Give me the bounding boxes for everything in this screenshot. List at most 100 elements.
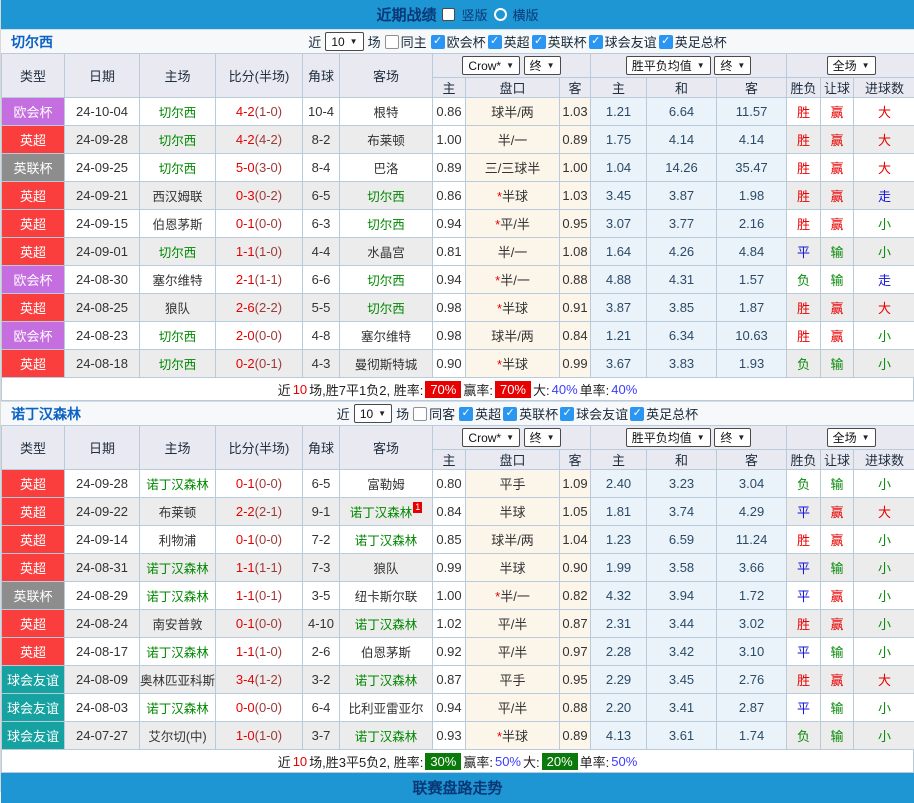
away-team[interactable]: 狼队 <box>340 554 433 582</box>
home-team[interactable]: 奥林匹亚科斯 <box>140 666 216 694</box>
home-team[interactable]: 切尔西 <box>140 126 216 154</box>
bookmaker-select[interactable]: Crow*▼ <box>462 428 520 447</box>
full-time-score: 0-0 <box>236 700 255 715</box>
same-venue-filter[interactable]: 同主 <box>385 32 427 51</box>
home-team[interactable]: 诺丁汉森林 <box>140 470 216 498</box>
away-team[interactable]: 塞尔维特 <box>340 322 433 350</box>
league-type-badge: 英超 <box>2 638 65 666</box>
avg-final-select[interactable]: 终▼ <box>714 428 751 447</box>
home-team[interactable]: 利物浦 <box>140 526 216 554</box>
match-row: 球会友谊24-07-27艾尔切(中)1-0(1-0)3-7诺丁汉森林0.93*半… <box>2 722 914 750</box>
checkbox-icon[interactable]: ✓ <box>459 407 473 421</box>
home-team[interactable]: 西汉姆联 <box>140 182 216 210</box>
checkbox-icon[interactable]: ✓ <box>659 35 673 49</box>
bookmaker-select[interactable]: Crow*▼ <box>462 56 520 75</box>
avg-select[interactable]: 胜平负均值▼ <box>626 428 711 447</box>
checkbox-icon[interactable]: ✓ <box>488 35 502 49</box>
corner-count: 4-4 <box>303 238 340 266</box>
page-title: 近期战绩 <box>376 4 436 25</box>
crown-away-odds: 1.00 <box>560 154 591 182</box>
home-team[interactable]: 南安普敦 <box>140 610 216 638</box>
checkbox-icon[interactable]: ✓ <box>630 407 644 421</box>
bookmaker-final-select[interactable]: 终▼ <box>524 428 561 447</box>
checkbox-icon[interactable] <box>413 407 427 421</box>
checkbox-icon[interactable]: ✓ <box>532 35 546 49</box>
summary-segment: 30% <box>425 753 461 770</box>
league-filter-英联杯[interactable]: ✓英联杯 <box>532 32 587 51</box>
home-team[interactable]: 艾尔切(中) <box>140 722 216 750</box>
home-team[interactable]: 诺丁汉森林 <box>140 582 216 610</box>
home-team[interactable]: 狼队 <box>140 294 216 322</box>
home-team[interactable]: 布莱顿 <box>140 498 216 526</box>
home-team[interactable]: 塞尔维特 <box>140 266 216 294</box>
checkbox-icon[interactable] <box>385 35 399 49</box>
same-venue-filter[interactable]: 同客 <box>413 404 455 423</box>
away-team[interactable]: 比利亚雷亚尔 <box>340 694 433 722</box>
home-team[interactable]: 切尔西 <box>140 154 216 182</box>
away-team[interactable]: 诺丁汉森林 <box>340 722 433 750</box>
home-team[interactable]: 诺丁汉森林 <box>140 554 216 582</box>
home-team[interactable]: 诺丁汉森林 <box>140 638 216 666</box>
chevron-down-icon: ▼ <box>697 433 705 442</box>
horizontal-layout-label[interactable]: 横版 <box>513 5 539 24</box>
crown-home-odds: 0.94 <box>433 266 466 294</box>
vertical-layout-label[interactable]: 竖版 <box>461 5 487 24</box>
away-team[interactable]: 伯恩茅斯 <box>340 638 433 666</box>
section-team-name[interactable]: 诺丁汉森林 <box>11 404 81 424</box>
away-team[interactable]: 曼彻斯特城 <box>340 350 433 378</box>
bookmaker-final-select[interactable]: 终▼ <box>524 56 561 75</box>
vertical-layout-radio[interactable] <box>442 8 455 21</box>
away-team[interactable]: 切尔西 <box>340 182 433 210</box>
avg-select[interactable]: 胜平负均值▼ <box>626 56 711 75</box>
home-team[interactable]: 诺丁汉森林 <box>140 694 216 722</box>
away-team[interactable]: 切尔西 <box>340 210 433 238</box>
away-team[interactable]: 诺丁汉森林 <box>340 666 433 694</box>
home-team[interactable]: 切尔西 <box>140 322 216 350</box>
avg-home-odds: 3.07 <box>591 210 647 238</box>
col-header-score: 比分(半场) <box>216 426 303 470</box>
result-cell: 负 <box>787 470 821 498</box>
league-filter-英超[interactable]: ✓英超 <box>488 32 530 51</box>
section-team-name[interactable]: 切尔西 <box>11 32 53 52</box>
crown-home-odds: 0.89 <box>433 154 466 182</box>
corner-count: 3-7 <box>303 722 340 750</box>
league-filter-球会友谊[interactable]: ✓球会友谊 <box>589 32 657 51</box>
away-team[interactable]: 巴洛 <box>340 154 433 182</box>
away-team[interactable]: 纽卡斯尔联 <box>340 582 433 610</box>
handicap-line: *半/一 <box>466 582 560 610</box>
league-filter-英足总杯[interactable]: ✓英足总杯 <box>659 32 727 51</box>
half-time-score: (4-2) <box>255 132 282 147</box>
away-team[interactable]: 诺丁汉森林 <box>340 526 433 554</box>
league-filter-英超[interactable]: ✓英超 <box>459 404 501 423</box>
home-team[interactable]: 切尔西 <box>140 98 216 126</box>
league-filter-英联杯[interactable]: ✓英联杯 <box>503 404 558 423</box>
half-time-score: (1-0) <box>255 644 282 659</box>
home-team[interactable]: 伯恩茅斯 <box>140 210 216 238</box>
away-team[interactable]: 根特 <box>340 98 433 126</box>
away-team[interactable]: 水晶宫 <box>340 238 433 266</box>
home-team[interactable]: 切尔西 <box>140 238 216 266</box>
avg-final-select[interactable]: 终▼ <box>714 56 751 75</box>
scope-select[interactable]: 全场▼ <box>827 428 876 447</box>
away-team[interactable]: 布莱顿 <box>340 126 433 154</box>
away-team[interactable]: 切尔西 <box>340 294 433 322</box>
full-time-score: 0-2 <box>236 356 255 371</box>
league-filter-球会友谊[interactable]: ✓球会友谊 <box>560 404 628 423</box>
scope-select[interactable]: 全场▼ <box>827 56 876 75</box>
corner-count: 8-4 <box>303 154 340 182</box>
match-count-select[interactable]: 10▼ <box>354 404 392 423</box>
league-filter-英足总杯[interactable]: ✓英足总杯 <box>630 404 698 423</box>
same-venue-label: 同客 <box>429 404 455 423</box>
checkbox-icon[interactable]: ✓ <box>503 407 517 421</box>
checkbox-icon[interactable]: ✓ <box>431 35 445 49</box>
match-count-select[interactable]: 10▼ <box>325 32 363 51</box>
horizontal-layout-radio[interactable] <box>494 8 507 21</box>
away-team[interactable]: 切尔西 <box>340 266 433 294</box>
checkbox-icon[interactable]: ✓ <box>560 407 574 421</box>
league-filter-欧会杯[interactable]: ✓欧会杯 <box>431 32 486 51</box>
away-team[interactable]: 富勒姆 <box>340 470 433 498</box>
away-team[interactable]: 诺丁汉森林 <box>340 610 433 638</box>
checkbox-icon[interactable]: ✓ <box>589 35 603 49</box>
away-team[interactable]: 诺丁汉森林1 <box>340 498 433 526</box>
home-team[interactable]: 切尔西 <box>140 350 216 378</box>
